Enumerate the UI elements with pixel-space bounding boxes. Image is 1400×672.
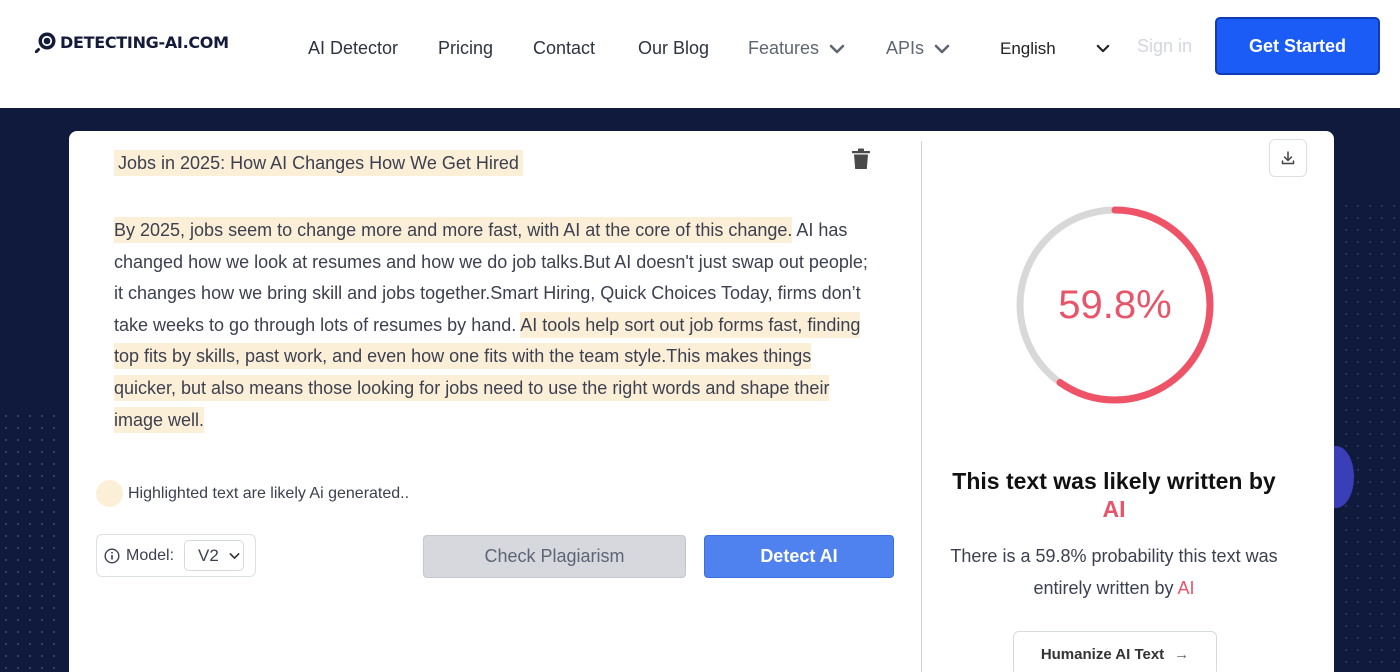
highlight-swatch (96, 480, 123, 507)
highlighted-title: Jobs in 2025: How AI Changes How We Get … (114, 150, 523, 176)
nav-features-dropdown[interactable]: Features (748, 38, 845, 59)
legend-text: Highlighted text are likely Ai generated… (128, 484, 410, 502)
result-heading-text: This text was likely written by (952, 468, 1276, 494)
download-icon (1281, 151, 1295, 165)
detector-card: Jobs in 2025: How AI Changes How We Get … (69, 131, 1334, 672)
result-heading-ai: AI (1102, 496, 1126, 522)
search-magnifier-icon (35, 32, 56, 53)
info-icon[interactable] (104, 547, 120, 564)
document-text[interactable]: By 2025, jobs seem to change more and mo… (114, 215, 874, 436)
nav-label: AI Detector (308, 38, 399, 58)
panel-divider (921, 141, 922, 672)
nav-label: Contact (533, 38, 596, 58)
language-select[interactable]: English (1000, 39, 1110, 59)
get-started-button[interactable]: Get Started (1215, 17, 1380, 75)
ai-highlighted-segment: By 2025, jobs seem to change more and mo… (114, 217, 793, 243)
nav-ai-detector[interactable]: AI Detector (308, 38, 398, 59)
chevron-down-icon (829, 44, 845, 53)
check-plagiarism-button[interactable]: Check Plagiarism (423, 535, 686, 578)
nav-pricing[interactable]: Pricing (438, 38, 493, 59)
document-title[interactable]: Jobs in 2025: How AI Changes How We Get … (114, 150, 523, 176)
chevron-down-icon (229, 552, 240, 559)
humanize-ai-text-button[interactable]: Humanize AI Text → (1013, 631, 1217, 672)
nav-label: APIs (886, 38, 925, 58)
result-description: There is a 59.8% probability this text w… (949, 540, 1279, 604)
background-dots-pattern (0, 410, 60, 672)
result-description-ai: AI (1177, 578, 1195, 598)
model-value: V2 (198, 545, 219, 565)
probability-value: 59.8% (1058, 282, 1172, 327)
model-selector: Model: V2 (96, 534, 256, 577)
nav-apis-dropdown[interactable]: APIs (886, 38, 950, 59)
detect-ai-button[interactable]: Detect AI (704, 535, 894, 578)
chevron-down-icon (1096, 44, 1110, 53)
brand-name: DETECTING-AI.COM (60, 32, 229, 52)
nav-label: Features (748, 38, 820, 58)
language-value: English (1000, 39, 1056, 58)
model-version-select[interactable]: V2 (184, 540, 245, 571)
result-description-text: There is a 59.8% probability this text w… (950, 546, 1278, 598)
nav-label: Pricing (438, 38, 494, 58)
top-navbar: DETECTING-AI.COM AI Detector Pricing Con… (0, 0, 1400, 108)
model-label: Model: (126, 546, 175, 564)
arrow-right-icon: → (1174, 645, 1190, 663)
brand-logo[interactable]: DETECTING-AI.COM (35, 31, 229, 53)
background-dots-pattern (1340, 200, 1400, 672)
humanize-label: Humanize AI Text (1040, 645, 1165, 663)
sign-in-link[interactable]: Sign in (1137, 36, 1192, 57)
trash-icon[interactable] (851, 148, 871, 170)
nav-our-blog[interactable]: Our Blog (638, 38, 709, 59)
nav-contact[interactable]: Contact (533, 38, 595, 59)
download-report-button[interactable] (1269, 139, 1307, 177)
highlight-legend: Highlighted text are likely Ai generated… (96, 480, 409, 507)
nav-label: Our Blog (638, 38, 710, 58)
result-heading: This text was likely written by AI (939, 467, 1289, 523)
chevron-down-icon (934, 44, 950, 53)
